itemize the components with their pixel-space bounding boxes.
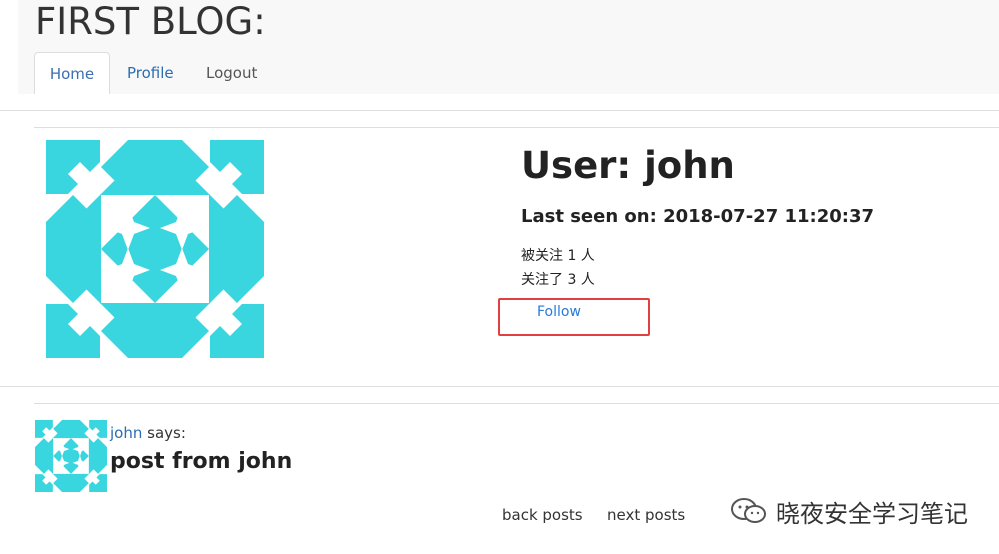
user-heading: User: john [521,144,735,187]
nav-profile-link[interactable]: Profile [127,52,174,94]
post-author-avatar-icon [35,420,107,492]
divider [0,386,999,387]
post-says-label: says: [147,424,186,442]
watermark: 晓夜安全学习笔记 [730,494,968,528]
divider [34,403,999,404]
blog-title: FIRST BLOG: [35,0,266,43]
nav-home-tab[interactable]: Home [34,52,110,94]
user-avatar-identicon-icon [46,140,264,358]
following-count: 关注了 3 人 [521,272,595,288]
last-seen-label: Last seen on: [521,206,657,227]
divider [34,127,999,128]
followers-count: 被关注 1 人 [521,248,595,264]
last-seen-value: 2018-07-27 11:20:37 [663,206,875,227]
next-posts-link[interactable]: next posts [607,504,685,526]
nav-logout-link[interactable]: Logout [206,52,257,94]
watermark-text: 晓夜安全学习笔记 [776,499,968,528]
follow-link[interactable]: Follow [537,301,581,323]
divider [0,110,999,111]
back-posts-link[interactable]: back posts [502,504,583,526]
wechat-icon [731,498,766,523]
post-author-link[interactable]: john [110,424,142,442]
post-body: post from john [110,449,293,474]
last-seen: Last seen on: 2018-07-27 11:20:37 [521,204,874,230]
post-author-line: john says: [110,423,186,443]
